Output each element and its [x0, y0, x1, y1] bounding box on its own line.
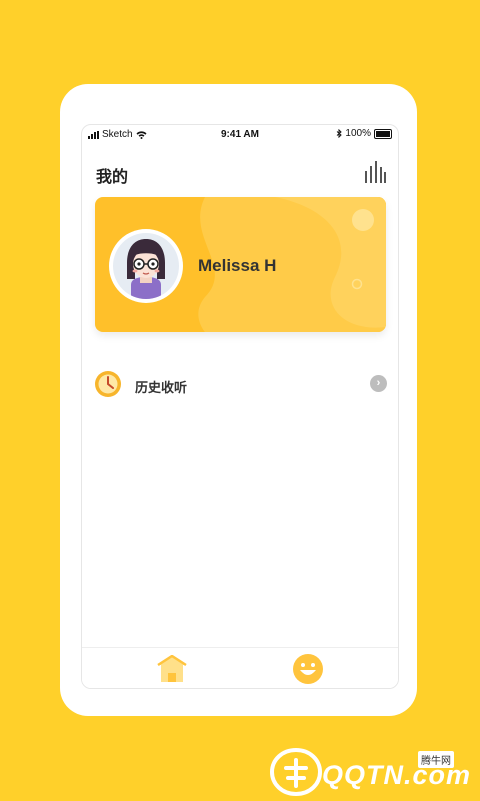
bluetooth-icon: [337, 129, 343, 138]
watermark-logo-icon: [269, 747, 323, 797]
stats-bars-icon[interactable]: [364, 161, 386, 183]
battery-percent: 100%: [345, 128, 371, 139]
status-bar: Sketch 9:41 AM 100%: [82, 125, 398, 143]
avatar[interactable]: [109, 229, 183, 303]
page-title: 我的: [96, 169, 129, 186]
list-item-history[interactable]: 历史收听 ›: [94, 368, 387, 400]
tab-bar: [82, 647, 398, 688]
phone-screen: Sketch 9:41 AM 100% 我的 Melissa H 历史收听 ›: [81, 124, 399, 689]
girl-avatar-icon: [127, 239, 165, 299]
watermark: QQTN.com 腾牛网: [269, 747, 474, 797]
list-item-label: 历史收听: [135, 380, 188, 395]
profile-card[interactable]: Melissa H: [95, 197, 386, 332]
avatar-image: [113, 233, 179, 299]
username: Melissa H: [198, 256, 277, 275]
status-right: 100%: [336, 128, 392, 139]
house-icon[interactable]: [156, 655, 188, 683]
battery-icon: [374, 128, 392, 139]
clock-icon: [95, 371, 121, 397]
smile-icon[interactable]: [292, 653, 324, 685]
chevron-right-icon: ›: [370, 375, 387, 392]
watermark-badge: 腾牛网: [418, 751, 454, 768]
